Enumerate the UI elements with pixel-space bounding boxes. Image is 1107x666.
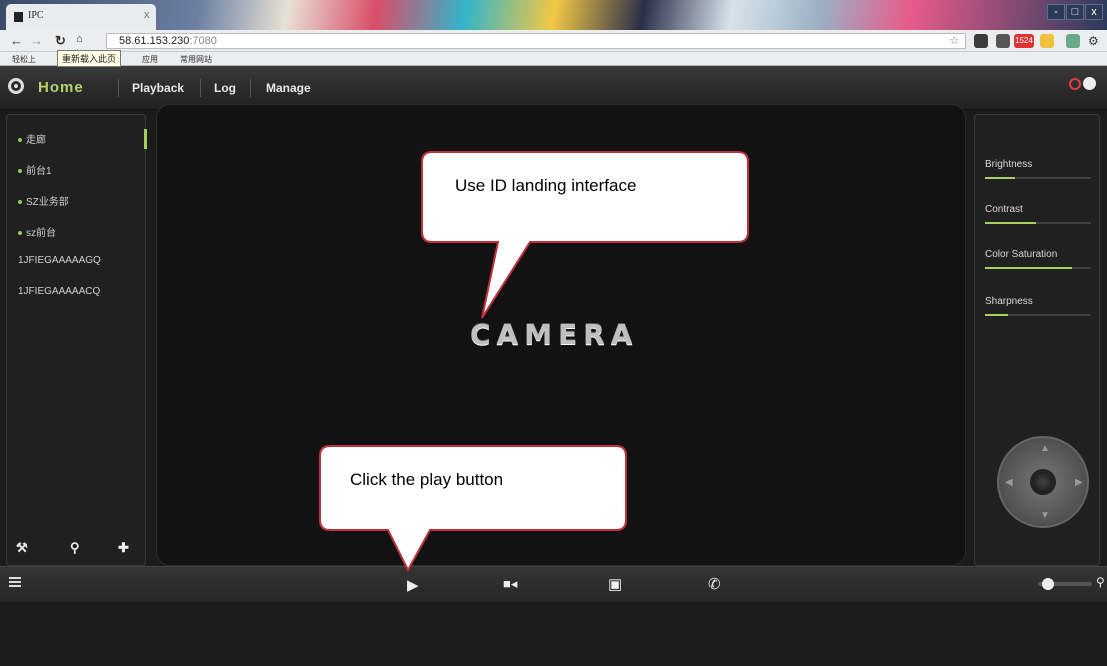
tab-close-icon[interactable]: x xyxy=(144,9,150,21)
address-host: 58.61.153.230 xyxy=(119,35,190,47)
device-item[interactable]: 1JFIEGAAAAACQ xyxy=(18,286,100,297)
adjust-label: Color Saturation xyxy=(985,249,1058,260)
close-window-button[interactable]: x xyxy=(1085,4,1103,20)
maximize-button[interactable]: □ xyxy=(1066,4,1084,20)
nav-divider xyxy=(250,79,251,97)
device-list-panel: 走廊 前台1 SZ业务部 sz前台 1JFIEGAAAAAGQ 1JFIEGAA… xyxy=(6,114,147,566)
search-icon[interactable]: ⚲ xyxy=(70,540,80,556)
minimize-button[interactable]: - xyxy=(1047,4,1065,20)
bookmarks-bar: 轻松上 应用 常用网站 xyxy=(0,52,1107,66)
notification-badge[interactable]: 1524 xyxy=(1014,34,1034,48)
tab-home[interactable]: Home xyxy=(38,79,84,96)
browser-tab-bar: IPC x - □ x xyxy=(0,0,1107,30)
device-item[interactable]: SZ业务部 xyxy=(18,193,69,208)
device-label: SZ业务部 xyxy=(26,197,69,208)
slider-fill xyxy=(985,222,1036,224)
device-item[interactable]: 1JFIEGAAAAAGQ xyxy=(18,255,101,266)
browser-tab[interactable]: IPC x xyxy=(6,4,156,30)
power-icon[interactable] xyxy=(1069,78,1081,90)
device-item[interactable]: sz前台 xyxy=(18,224,56,239)
bottom-area xyxy=(0,602,1107,666)
ptz-right-icon[interactable]: ▶ xyxy=(1075,477,1083,488)
signal-icon[interactable] xyxy=(974,34,988,48)
page-icon xyxy=(14,12,23,22)
play-icon[interactable]: ▶ xyxy=(407,576,419,594)
tab-playback[interactable]: Playback xyxy=(132,81,184,95)
back-icon[interactable]: ← xyxy=(10,33,23,48)
home-icon[interactable]: ⌂ xyxy=(76,33,83,45)
address-text: 58.61.153.230:7080 xyxy=(119,35,217,47)
online-dot xyxy=(18,138,22,143)
bookmark-item[interactable]: 轻松上 xyxy=(12,54,36,65)
ptz-control-icon[interactable]: ▲ ▼ ◀ ▶ xyxy=(997,436,1089,528)
wrench-icon[interactable]: ⚒ xyxy=(16,540,28,556)
wrench-menu-icon[interactable]: ⚙ xyxy=(1088,34,1102,48)
device-list-tools: ⚒ ⚲ ✚ xyxy=(6,540,146,560)
volume-slider[interactable] xyxy=(1038,578,1092,590)
ptz-left-icon[interactable]: ◀ xyxy=(1005,477,1013,488)
ptz-up-icon[interactable]: ▲ xyxy=(1040,443,1050,454)
device-label: 1JFIEGAAAAAGQ xyxy=(18,255,101,266)
callout-bottom-text: Click the play button xyxy=(350,470,504,489)
nav-divider xyxy=(118,79,119,97)
ptz-center-button[interactable] xyxy=(1030,469,1056,495)
ptz-down-icon[interactable]: ▼ xyxy=(1040,510,1050,521)
record-icon[interactable]: ■◂ xyxy=(503,576,517,592)
online-dot xyxy=(18,231,22,236)
tab-manage[interactable]: Manage xyxy=(266,81,311,95)
slider-fill xyxy=(985,267,1072,269)
contrast-slider[interactable] xyxy=(985,222,1091,224)
plus-icon[interactable]: ✚ xyxy=(118,540,129,556)
app-logo-icon xyxy=(8,78,24,94)
browser-toolbar: ← → ↻ ⌂ 58.61.153.230:7080 ☆ xyxy=(0,30,1107,52)
device-label: 前台1 xyxy=(26,166,52,177)
slider-fill xyxy=(985,314,1009,316)
forward-icon[interactable]: → xyxy=(30,33,43,48)
list-icon[interactable] xyxy=(9,577,21,587)
brightness-slider[interactable] xyxy=(985,177,1091,179)
extension-icon-2[interactable] xyxy=(1066,34,1080,48)
star-icon[interactable]: ☆ xyxy=(949,34,959,47)
device-label: 1JFIEGAAAAACQ xyxy=(18,286,101,297)
tab-title: IPC xyxy=(28,10,44,21)
address-port: :7080 xyxy=(189,35,217,47)
volume-knob[interactable] xyxy=(1042,578,1055,590)
mail-icon[interactable] xyxy=(996,34,1010,48)
extension-icon[interactable] xyxy=(1040,34,1054,48)
online-dot xyxy=(18,200,22,205)
reload-icon[interactable]: ↻ xyxy=(55,33,66,49)
online-dot xyxy=(18,169,22,174)
device-item[interactable]: 走廊 xyxy=(18,131,46,146)
slider-fill xyxy=(985,177,1015,179)
adjust-label: Contrast xyxy=(985,204,1023,215)
nav-divider xyxy=(200,79,201,97)
selected-indicator xyxy=(144,129,147,149)
tab-log[interactable]: Log xyxy=(214,81,236,95)
user-icon[interactable] xyxy=(1083,77,1096,90)
saturation-slider[interactable] xyxy=(985,267,1091,269)
device-item[interactable]: 前台1 xyxy=(18,162,52,177)
sharpness-slider[interactable] xyxy=(985,314,1091,316)
user-settings-icon[interactable]: ⚲ xyxy=(1096,575,1105,589)
adjust-label: Brightness xyxy=(985,159,1033,170)
device-label: sz前台 xyxy=(26,228,56,239)
bookmark-item[interactable]: 应用 xyxy=(142,54,158,65)
bookmark-folder[interactable]: 常用网站 xyxy=(180,54,212,65)
address-bar[interactable]: 58.61.153.230:7080 ☆ xyxy=(106,33,966,49)
reload-tooltip: 重新载入此页 xyxy=(57,50,122,67)
device-label: 走廊 xyxy=(26,135,46,146)
adjust-label: Sharpness xyxy=(985,296,1033,307)
snapshot-icon[interactable]: ▣ xyxy=(608,575,622,593)
callout-top-text: Use ID landing interface xyxy=(455,176,637,195)
callout-bottom-bubble xyxy=(319,445,627,573)
callout-bottom-shape xyxy=(319,445,627,573)
phone-icon[interactable]: ✆ xyxy=(708,575,721,593)
